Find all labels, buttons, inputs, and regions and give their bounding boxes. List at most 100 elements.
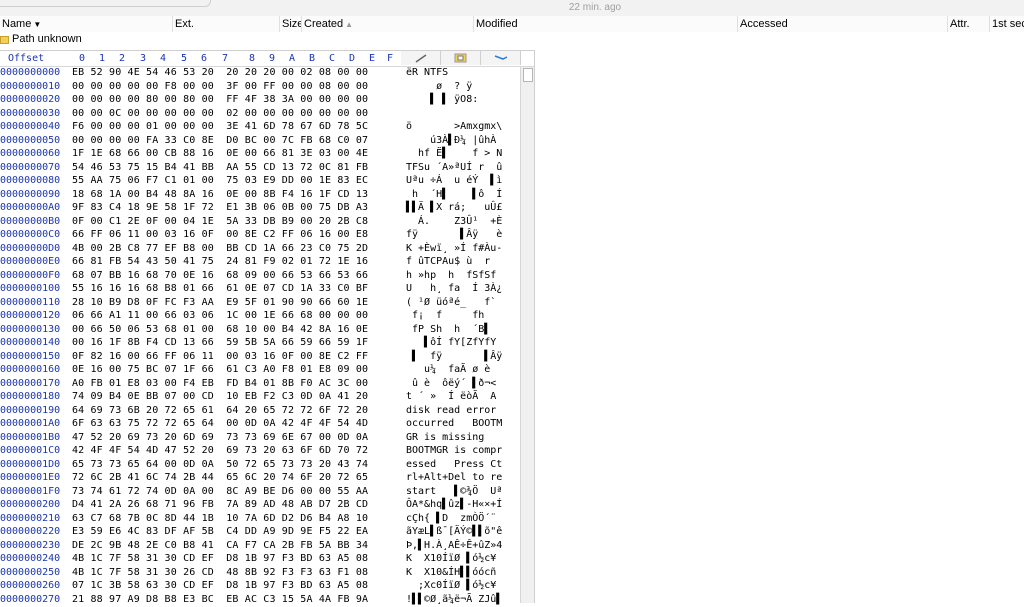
hex-row[interactable]: 00000001E072 6C 2B 41 6C 74 2B 44 65 6C …	[0, 472, 520, 486]
row-text[interactable]: f ûTCPAu$ ù r	[406, 256, 490, 267]
row-hex-bytes[interactable]: 4B 1C 7F 58 31 30 26 CD 48 8B 92 F3 F3 6…	[72, 567, 368, 578]
vertical-scrollbar[interactable]	[520, 67, 534, 603]
row-hex-bytes[interactable]: E3 59 E6 4C 83 DF AF 5B C4 DD A9 9D 9E F…	[72, 526, 368, 537]
row-text[interactable]: ( ¹Ø üóªé_ f`	[406, 297, 496, 308]
row-text[interactable]: GR is missing	[406, 432, 484, 443]
hex-row[interactable]: 00000001600E 16 00 75 BC 07 1F 66 61 C3 …	[0, 364, 520, 378]
hex-row[interactable]: 00000002504B 1C 7F 58 31 30 26 CD 48 8B …	[0, 567, 520, 581]
row-text[interactable]: ▌ fÿ ▌Âÿ	[406, 351, 502, 362]
hex-row[interactable]: 000000001000 00 00 00 00 F8 00 00 3F 00 …	[0, 81, 520, 95]
row-text[interactable]: hf Ë▌ f > N	[406, 148, 502, 159]
row-text[interactable]: essed Press Ct	[406, 459, 502, 470]
row-hex-bytes[interactable]: 18 68 1A 00 B4 48 8A 16 0E 00 8B F4 16 1…	[72, 189, 368, 200]
hex-row[interactable]: 0000000200D4 41 2A 26 68 71 96 FB 7A 89 …	[0, 499, 520, 513]
palette-icon[interactable]	[441, 51, 481, 65]
row-text[interactable]: ø ? ÿ	[406, 81, 472, 92]
row-hex-bytes[interactable]: 68 07 BB 16 68 70 0E 16 68 09 00 66 53 6…	[72, 270, 368, 281]
hex-row[interactable]: 0000000170A0 FB 01 E8 03 00 F4 EB FD B4 …	[0, 378, 520, 392]
row-hex-bytes[interactable]: 00 00 00 00 80 00 80 00 FF 4F 38 3A 00 0…	[72, 94, 368, 105]
row-hex-bytes[interactable]: 1F 1E 68 66 00 CB 88 16 0E 00 66 81 3E 0…	[72, 148, 368, 159]
hex-row[interactable]: 0000000230DE 2C 9B 48 2E C0 B8 41 CA F7 …	[0, 540, 520, 554]
row-text[interactable]: cÇh{ ▌D zmÒÖ´¨	[406, 513, 496, 524]
row-hex-bytes[interactable]: F6 00 00 00 01 00 00 00 3E 41 6D 78 67 6…	[72, 121, 368, 132]
row-hex-bytes[interactable]: 00 00 00 00 00 F8 00 00 3F 00 FF 00 00 0…	[72, 81, 368, 92]
row-text[interactable]: K X10&ÍH▌▌óócñ	[406, 567, 496, 578]
hex-row[interactable]: 00000002404B 1C 7F 58 31 30 CD EF D8 1B …	[0, 553, 520, 567]
row-hex-bytes[interactable]: 9F 83 C4 18 9E 58 1F 72 E1 3B 06 0B 00 7…	[72, 202, 368, 213]
row-hex-bytes[interactable]: 65 73 73 65 64 00 0D 0A 50 72 65 73 73 2…	[72, 459, 368, 470]
row-text[interactable]: f¡ f fh	[406, 310, 484, 321]
row-text[interactable]: BOOTMGR is compr	[406, 445, 502, 456]
row-text[interactable]: ;Xc0ÍïØ ▌ó½c¥	[406, 580, 496, 591]
row-text[interactable]: ▌▌Ä ▌X rá; uÛ£	[406, 202, 502, 213]
hex-row[interactable]: 00000001F073 74 61 72 74 0D 0A 00 8C A9 …	[0, 486, 520, 500]
row-hex-bytes[interactable]: EB 52 90 4E 54 46 53 20 20 20 20 00 02 0…	[72, 67, 368, 78]
hex-row[interactable]: 000000012006 66 A1 11 00 66 03 06 1C 00 …	[0, 310, 520, 324]
row-hex-bytes[interactable]: 0E 16 00 75 BC 07 1F 66 61 C3 A0 F8 01 E…	[72, 364, 368, 375]
pencil-icon[interactable]	[401, 51, 441, 65]
row-text[interactable]: !▌▌©Ø¸ã¼ë¬Ã ZJû▌	[406, 594, 502, 605]
hex-row[interactable]: 000000011028 10 B9 D8 0F FC F3 AA E9 5F …	[0, 297, 520, 311]
row-hex-bytes[interactable]: 47 52 20 69 73 20 6D 69 73 73 69 6E 67 0…	[72, 432, 368, 443]
hex-row[interactable]: 000000013000 66 50 06 53 68 01 00 68 10 …	[0, 324, 520, 338]
hex-row[interactable]: 0000000220E3 59 E6 4C 83 DF AF 5B C4 DD …	[0, 526, 520, 540]
row-hex-bytes[interactable]: A0 FB 01 E8 03 00 F4 EB FD B4 01 8B F0 A…	[72, 378, 368, 389]
row-hex-bytes[interactable]: 55 16 16 16 68 B8 01 66 61 0E 07 CD 1A 3…	[72, 283, 368, 294]
row-text[interactable]: K +Èwï¸ »Í f#Àu-	[406, 243, 502, 254]
row-text[interactable]: ▌ ▌ ÿO8:	[406, 94, 478, 105]
column-header-first-sector[interactable]: 1st sector	[990, 16, 1024, 32]
hex-editor[interactable]: Offset 0 1 2 3 4 5 6 7 8 9 A B C D E F 0…	[0, 50, 535, 603]
arrow-icon[interactable]	[481, 51, 521, 65]
hex-row[interactable]: 000000009018 68 1A 00 B4 48 8A 16 0E 00 …	[0, 189, 520, 203]
column-header-modified[interactable]: Modified	[474, 16, 738, 32]
row-hex-bytes[interactable]: 06 66 A1 11 00 66 03 06 1C 00 1E 66 68 0…	[72, 310, 368, 321]
hex-row[interactable]: 000000002000 00 00 00 80 00 80 00 FF 4F …	[0, 94, 520, 108]
row-text[interactable]: ú3À▌Ð¼ |ûhÀ	[406, 135, 496, 146]
hex-row[interactable]: 000000026007 1C 3B 58 63 30 CD EF D8 1B …	[0, 580, 520, 594]
row-hex-bytes[interactable]: 00 66 50 06 53 68 01 00 68 10 00 B4 42 8…	[72, 324, 368, 335]
row-text[interactable]: Á. Z3Û¹ +È	[406, 216, 502, 227]
row-text[interactable]: h ´H▌ ▌ô Í	[406, 189, 502, 200]
row-hex-bytes[interactable]: 0F 00 C1 2E 0F 00 04 1E 5A 33 DB B9 00 2…	[72, 216, 368, 227]
row-hex-bytes[interactable]: 42 4F 4F 54 4D 47 52 20 69 73 20 63 6F 6…	[72, 445, 368, 456]
row-hex-bytes[interactable]: 00 00 0C 00 00 00 00 00 02 00 00 00 00 0…	[72, 108, 368, 119]
hex-row[interactable]: 00000000E066 81 FB 54 43 50 41 75 24 81 …	[0, 256, 520, 270]
row-text[interactable]: ãYæL▌ß¯[ÄÝ©▌▌õ"ê	[406, 526, 502, 537]
row-hex-bytes[interactable]: 0F 82 16 00 66 FF 06 11 00 03 16 0F 00 8…	[72, 351, 368, 362]
hex-row[interactable]: 00000001B047 52 20 69 73 20 6D 69 73 73 …	[0, 432, 520, 446]
hex-row[interactable]: 00000001D065 73 73 65 64 00 0D 0A 50 72 …	[0, 459, 520, 473]
hex-row[interactable]: 00000000601F 1E 68 66 00 CB 88 16 0E 00 …	[0, 148, 520, 162]
hex-row[interactable]: 000000003000 00 0C 00 00 00 00 00 02 00 …	[0, 108, 520, 122]
row-hex-bytes[interactable]: 64 69 73 6B 20 72 65 61 64 20 65 72 72 6…	[72, 405, 368, 416]
path-row[interactable]: Path unknown	[0, 32, 1024, 46]
row-text[interactable]: ÔA*&hq▌ûz▌-H«×+Í	[406, 499, 502, 510]
hex-row[interactable]: 00000001500F 82 16 00 66 FF 06 11 00 03 …	[0, 351, 520, 365]
hex-row[interactable]: 000000027021 88 97 A9 D8 B8 E3 BC EB AC …	[0, 594, 520, 607]
row-hex-bytes[interactable]: 63 C7 68 7B 0C 8D 44 1B 10 7A 6D D2 D6 B…	[72, 513, 368, 524]
hex-row[interactable]: 00000000A09F 83 C4 18 9E 58 1F 72 E1 3B …	[0, 202, 520, 216]
row-text[interactable]: û è ôëý´ ▌ð¬<	[406, 378, 496, 389]
row-hex-bytes[interactable]: 00 00 00 00 FA 33 C0 8E D0 BC 00 7C FB 6…	[72, 135, 368, 146]
column-header-attr[interactable]: Attr.	[948, 16, 990, 32]
row-text[interactable]: fÿ ▌Âÿ è	[406, 229, 502, 240]
row-hex-bytes[interactable]: 55 AA 75 06 F7 C1 01 00 75 03 E9 DD 00 1…	[72, 175, 368, 186]
column-header-name[interactable]: Name▼	[0, 16, 173, 32]
row-text[interactable]: occurred BOOTM	[406, 418, 502, 429]
hex-row[interactable]: 00000000F068 07 BB 16 68 70 0E 16 68 09 …	[0, 270, 520, 284]
row-text[interactable]: ëR NTFS	[406, 67, 448, 78]
hex-row[interactable]: 000000010055 16 16 16 68 B8 01 66 61 0E …	[0, 283, 520, 297]
hex-row[interactable]: 0000000040F6 00 00 00 01 00 00 00 3E 41 …	[0, 121, 520, 135]
row-hex-bytes[interactable]: 54 46 53 75 15 B4 41 BB AA 55 CD 13 72 0…	[72, 162, 368, 173]
row-text[interactable]: U h¸ fa Í 3À¿	[406, 283, 502, 294]
row-hex-bytes[interactable]: 74 09 B4 0E BB 07 00 CD 10 EB F2 C3 0D 0…	[72, 391, 368, 402]
row-text[interactable]: t ´ » Í ëòÃ A	[406, 391, 496, 402]
hex-row[interactable]: 000000021063 C7 68 7B 0C 8D 44 1B 10 7A …	[0, 513, 520, 527]
row-hex-bytes[interactable]: D4 41 2A 26 68 71 96 FB 7A 89 AD 48 AB D…	[72, 499, 368, 510]
hex-row[interactable]: 0000000000EB 52 90 4E 54 46 53 20 20 20 …	[0, 67, 520, 81]
row-hex-bytes[interactable]: 66 81 FB 54 43 50 41 75 24 81 F9 02 01 7…	[72, 256, 368, 267]
row-hex-bytes[interactable]: 28 10 B9 D8 0F FC F3 AA E9 5F 01 90 90 6…	[72, 297, 368, 308]
row-text[interactable]: TFSu ´A»ªUÍ r û	[406, 162, 502, 173]
row-text[interactable]: u¼ faÃ ø è	[406, 364, 490, 375]
column-header-accessed[interactable]: Accessed	[738, 16, 948, 32]
row-hex-bytes[interactable]: 4B 1C 7F 58 31 30 CD EF D8 1B 97 F3 BD 6…	[72, 553, 368, 564]
